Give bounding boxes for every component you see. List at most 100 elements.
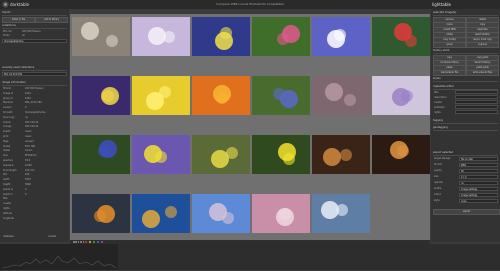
thumbnail-cell[interactable] [132,76,190,115]
thumbnail-cell[interactable] [192,76,250,115]
action-button[interactable]: ungroup [466,42,499,48]
thumbnail-cell[interactable] [252,17,310,56]
color-label-2[interactable] [93,241,95,243]
import-button[interactable]: folder or file [2,17,35,23]
thumbnail-cell[interactable] [252,76,310,115]
thumbnail-cell[interactable] [372,135,430,174]
thumbnail-cell[interactable] [72,194,130,233]
info-value: EOS 70D [25,144,36,148]
export-value[interactable]: none [459,198,498,203]
thumbnail-cell[interactable] [192,135,250,174]
thumbnail-cell[interactable] [72,17,130,56]
section-geotagging[interactable]: geotagging [433,126,498,131]
color-label-4[interactable] [101,241,103,243]
export-value[interactable]: image settings [459,186,498,191]
thumbnail-cell[interactable] [372,17,430,56]
info-key: image id [3,91,13,95]
export-value[interactable]: 0 x 0 [459,174,498,179]
export-key: quality [434,169,442,172]
thumbnail-cell[interactable] [312,135,370,174]
thumb-blossom-sky [192,194,250,233]
thumb-pansy-blue [192,17,250,56]
action-button[interactable]: group [433,42,466,48]
info-key: longitude [3,216,14,220]
left-panel: import folder or file add to library collec… [0,9,69,242]
thumbnail-cell[interactable] [312,17,370,56]
info-value: 2017-09-12 [25,120,39,124]
thumbnail-cell[interactable] [192,17,250,56]
color-label-1[interactable] [89,241,91,243]
thumbnail-cell[interactable] [132,135,190,174]
thumbnail-cell[interactable] [252,135,310,174]
thumbnail-cell[interactable] [192,194,250,233]
info-value: Canon [25,149,33,153]
star-icon[interactable] [77,241,80,243]
thumbnail-cell[interactable] [312,194,370,233]
metadata-field[interactable] [455,90,498,94]
thumbnail-cell[interactable] [372,76,430,115]
section-collections[interactable]: collections [2,24,67,29]
section-recent-collections[interactable]: recently used collections [2,66,67,71]
metadata-field[interactable] [455,105,498,109]
export-key: profile [434,187,442,190]
collection-rule-value[interactable]: all [22,34,25,37]
section-export[interactable]: export selected [433,151,498,156]
thumb-white-purple-flowers [132,17,190,56]
info-key: local copy [3,115,15,119]
info-key: focal length [3,168,17,172]
thumbnail-cell[interactable] [72,76,130,115]
thumb-jellyfish [132,194,190,233]
export-value[interactable]: no [459,180,498,185]
section-selected-images[interactable]: selected image[s] [433,11,498,16]
info-value: unused [25,139,34,143]
window-title: Compare 0f48 Locust Photoshots Compatibl… [216,2,284,6]
section-image-information[interactable]: image information [2,81,67,86]
export-key: size [434,175,439,178]
export-value[interactable]: 95 [459,168,498,173]
info-value: 0 [25,187,27,191]
color-label-0[interactable] [85,241,87,243]
darktable-logo-icon [2,1,9,8]
metadata-key: description [434,96,447,99]
metadata-field[interactable] [455,95,498,99]
thumbnail-cell[interactable] [312,76,370,115]
history-button[interactable]: write sidecar files [466,70,499,76]
info-value: 3648 [25,183,31,186]
section-styles[interactable]: styles [433,77,498,82]
section-import[interactable]: import [2,11,67,16]
thumb-red-tulips [372,17,430,56]
thumbnail-cell[interactable] [252,194,310,233]
thumb-church-interior [312,135,370,174]
import-button[interactable]: add to library [35,17,68,23]
thumbnail-cell[interactable] [72,135,130,174]
view-title[interactable]: lighttable [432,2,451,7]
info-key: print [3,135,9,138]
thumb-winter-reflection [312,194,370,233]
export-button[interactable]: export [433,209,500,215]
info-key: change [3,125,12,129]
star-icon[interactable] [75,241,77,243]
export-value[interactable]: image settings [459,192,498,197]
thumbnail-cell[interactable] [132,17,190,56]
info-key: filmroll [3,87,11,90]
history-button[interactable]: load sidecar file [433,70,466,76]
export-key: upscale [434,181,443,184]
star-icon[interactable] [80,241,82,243]
metadata-field[interactable] [455,100,498,104]
collection-field[interactable]: /home/pat/photos [2,39,67,43]
recent-collection-field[interactable]: film roll 2017/09 [2,72,67,76]
left-footer-label[interactable]: database [3,235,14,238]
section-tagging[interactable]: tagging [433,119,498,124]
star-icon[interactable] [73,241,75,243]
collection-rule-value[interactable]: 2017/09 flowers [22,30,41,33]
left-footer-label[interactable]: update [48,235,56,238]
export-value[interactable]: file on disk [459,156,498,161]
metadata-key: creator [434,101,443,104]
lighttable-grid[interactable] [70,14,430,240]
color-label-3[interactable] [97,241,99,243]
section-history-stack[interactable]: history stack [433,49,498,54]
export-value[interactable]: JPEG [459,162,498,167]
metadata-field[interactable] [455,110,498,114]
thumbnail-cell[interactable] [132,194,190,233]
star-icon[interactable] [82,241,85,243]
